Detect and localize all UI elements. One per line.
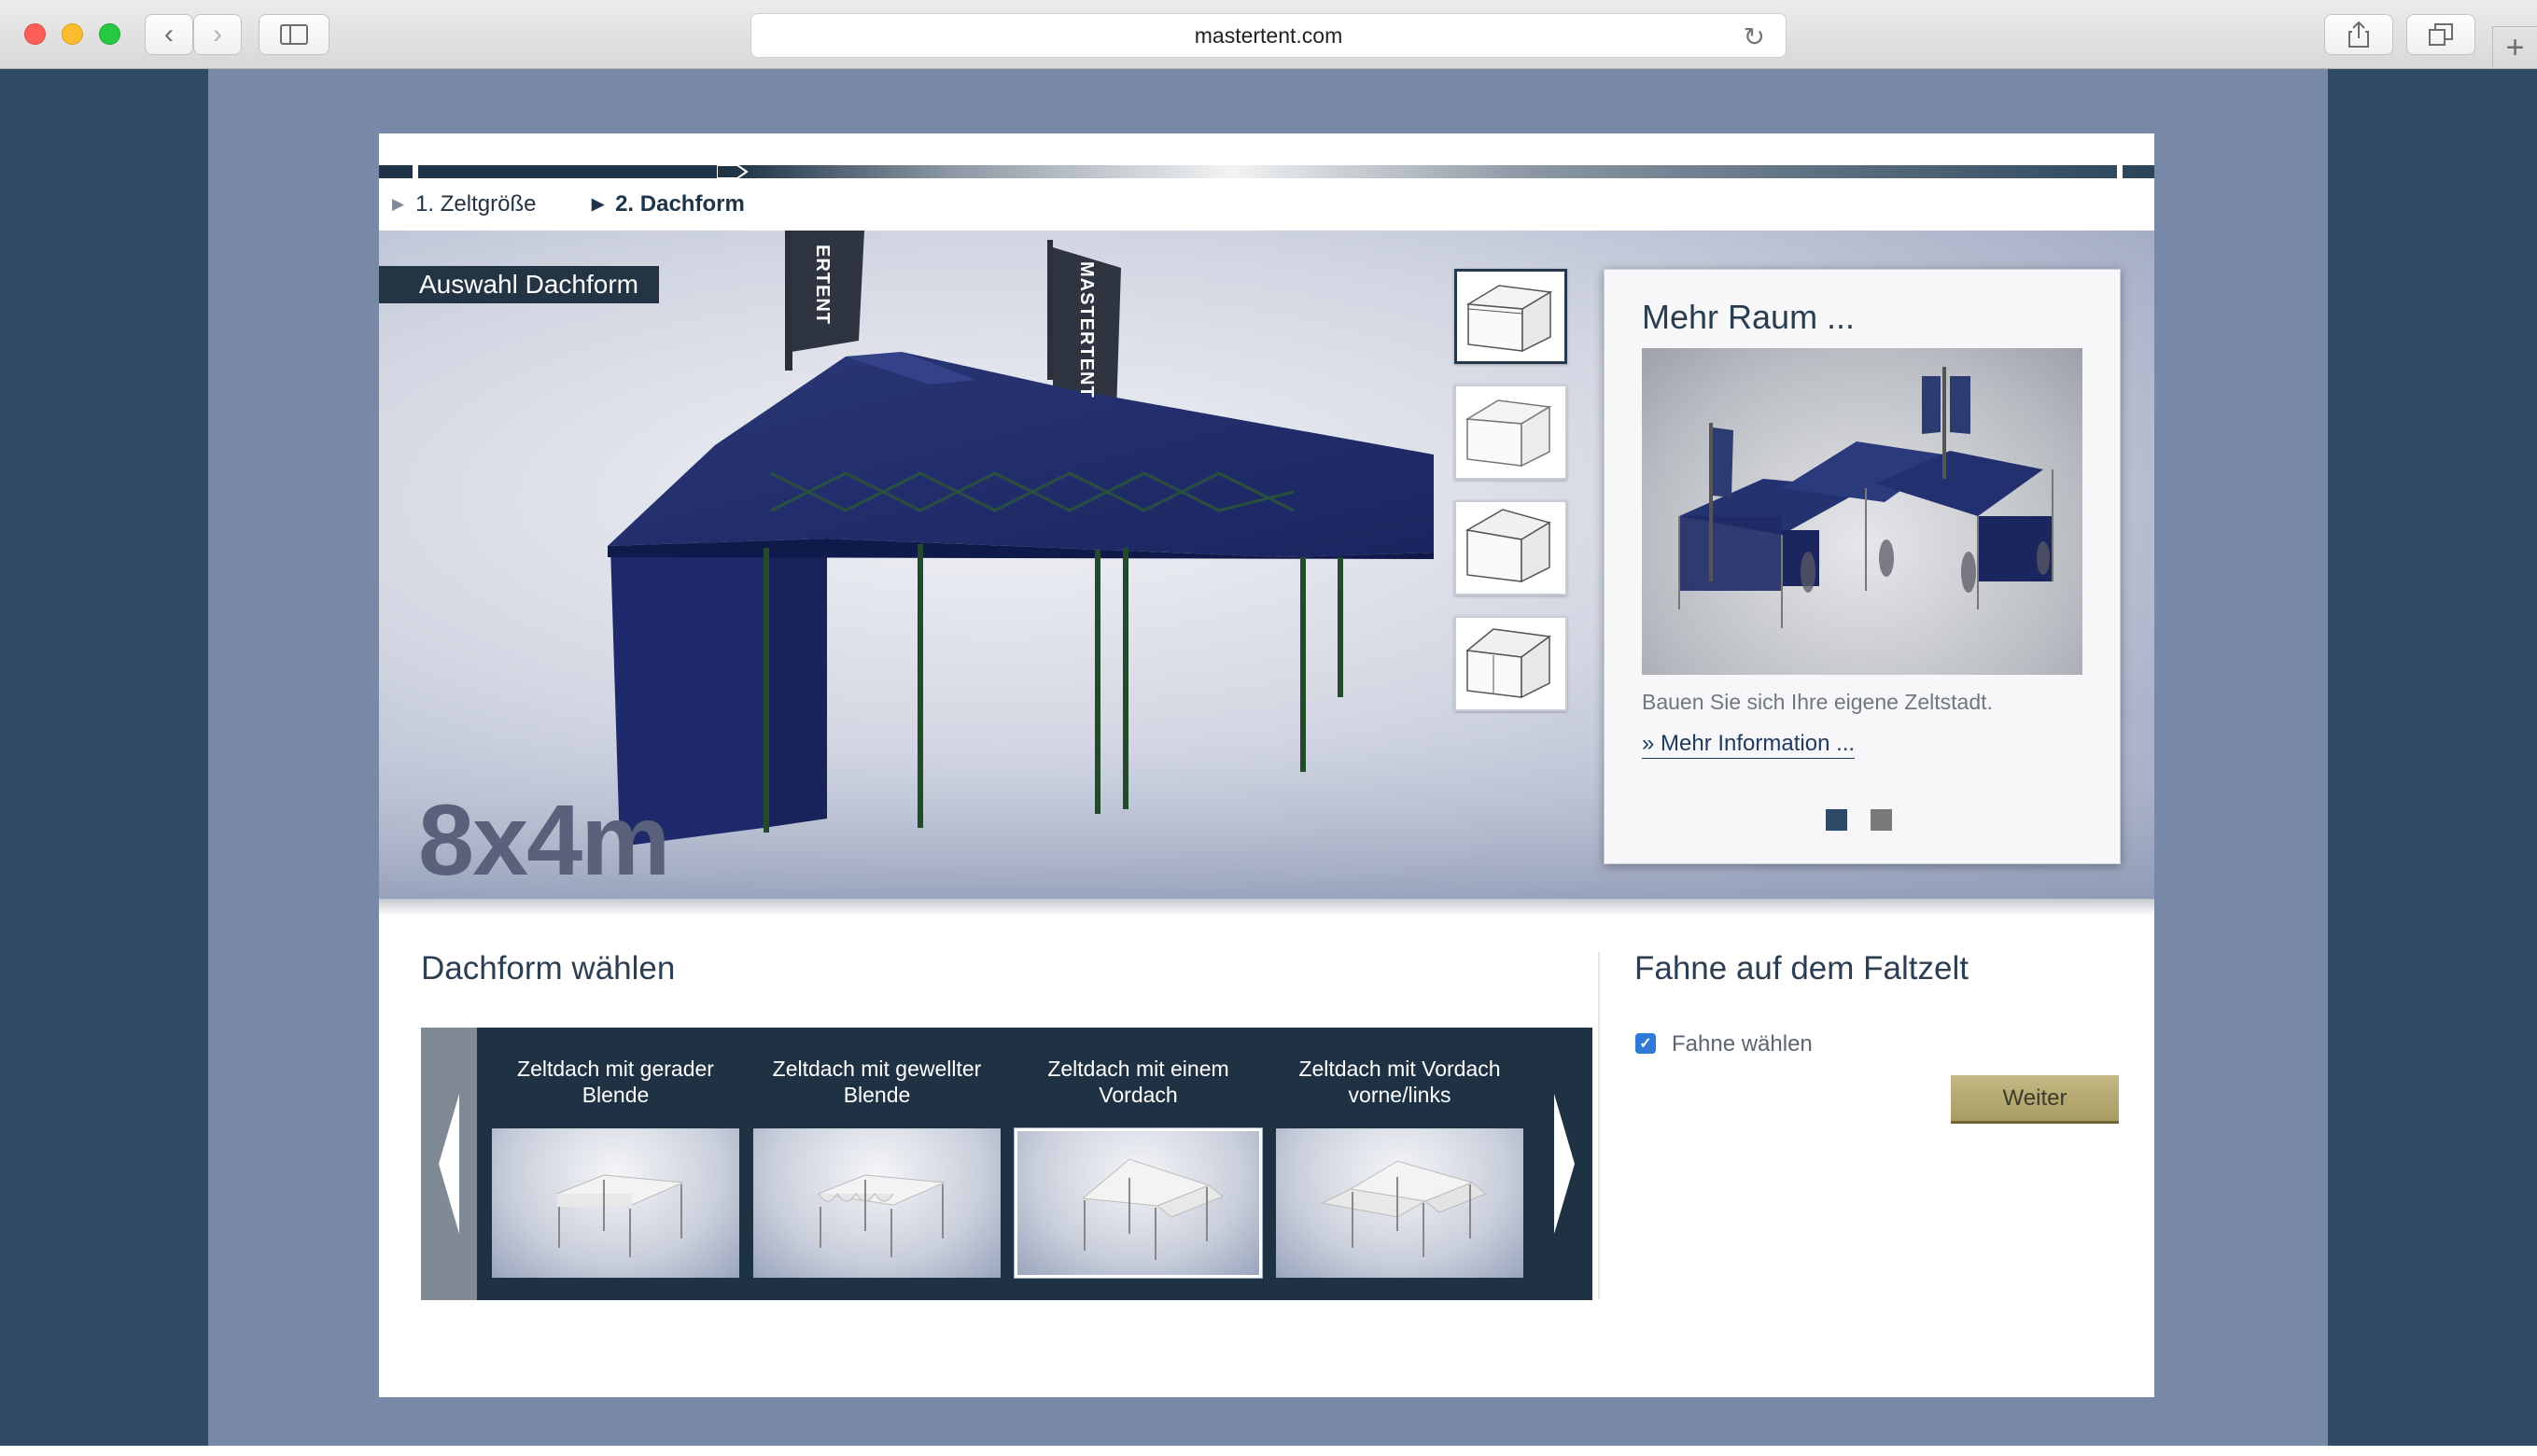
- roof-option-image: [1015, 1128, 1262, 1278]
- tabs-icon: [2429, 23, 2453, 46]
- flag-text: ERTENT: [812, 245, 833, 325]
- reload-icon[interactable]: ↻: [1744, 21, 1765, 52]
- arrow-right-icon: [1554, 1094, 1575, 1234]
- tent-canopy-front-left-image: [1321, 1160, 1487, 1257]
- chevron-left-icon: ‹: [164, 19, 174, 49]
- roof-option-label: Zeltdach mit Vordach vorne/links: [1298, 1057, 1501, 1107]
- triangle-right-icon: ▶: [392, 195, 405, 213]
- tent-city-image: [1642, 348, 2082, 675]
- roof-thumb-canopy[interactable]: [1454, 500, 1567, 595]
- triangle-right-icon: ▶: [592, 195, 605, 213]
- hero-tag: Auswahl Dachform: [379, 266, 659, 303]
- roof-option-canopy-front-left[interactable]: Zeltdach mit Vordach vorne/links: [1276, 1028, 1523, 1300]
- tent-size-label: 8x4m: [418, 783, 670, 896]
- forward-button[interactable]: ›: [193, 14, 242, 55]
- share-icon: [2348, 21, 2369, 48]
- roof-option-label: Zeltdach mit einem Vordach: [1047, 1057, 1229, 1107]
- info-title: Mehr Raum ...: [1642, 298, 1856, 336]
- zoom-window-button[interactable]: [99, 23, 120, 45]
- share-button[interactable]: [2324, 14, 2393, 55]
- tent-canopy-sides-icon: [1465, 628, 1551, 699]
- tent-canopy-icon: [1465, 509, 1551, 583]
- continue-button[interactable]: Weiter: [1951, 1075, 2119, 1124]
- roof-option-wavy[interactable]: Zeltdach mit gewellter Blende: [753, 1028, 1001, 1300]
- hero-shadow: [379, 899, 2154, 916]
- tent-canopy-image: [1081, 1158, 1224, 1260]
- arrow-left-icon: [439, 1094, 459, 1234]
- roof-option-label: Zeltdach mit gerader Blende: [517, 1057, 714, 1107]
- step-label: 1. Zeltgröße: [415, 191, 537, 217]
- step-label: 2. Dachform: [615, 191, 745, 217]
- chevron-right-icon: ›: [213, 19, 222, 49]
- roof-thumb-wavy[interactable]: [1454, 385, 1567, 480]
- url-text: mastertent.com: [1194, 22, 1343, 48]
- slide-indicator-2[interactable]: [1871, 809, 1892, 831]
- address-bar[interactable]: mastertent.com ↻: [750, 13, 1787, 58]
- roof-carousel: Zeltdach mit gerader Blende Zeltdach mit…: [421, 1028, 1592, 1300]
- more-info-link[interactable]: » Mehr Information ...: [1642, 731, 1856, 759]
- roof-thumb-flat[interactable]: [1454, 269, 1567, 364]
- minimize-window-button[interactable]: [62, 23, 83, 45]
- progress-bar: [379, 165, 2154, 178]
- section-title-flag: Fahne auf dem Faltzelt: [1634, 950, 1969, 987]
- tabs-overview-button[interactable]: [2406, 14, 2475, 55]
- tent-city-illustration: [1678, 367, 2053, 628]
- tent-flat-icon: [1465, 285, 1553, 353]
- step-dachform[interactable]: ▶ 2. Dachform: [592, 191, 745, 217]
- info-box: Mehr Raum ... Bauen Sie sich Ihre eigene…: [1604, 269, 2121, 864]
- carousel-prev-button[interactable]: [421, 1028, 477, 1300]
- column-divider: [1598, 952, 1600, 1299]
- roof-option-image: [1276, 1128, 1523, 1278]
- flag-text: MASTERTENT: [1076, 261, 1097, 399]
- sidebar-icon: [280, 24, 308, 45]
- tent-wavy-icon: [1465, 399, 1552, 468]
- carousel-next-button[interactable]: [1536, 1028, 1592, 1300]
- sidebar-toggle-button[interactable]: [259, 14, 329, 55]
- progress-gap: [413, 165, 418, 178]
- roof-thumb-canopy-sides[interactable]: [1454, 616, 1567, 711]
- progress-gap: [2117, 165, 2123, 178]
- close-window-button[interactable]: [24, 23, 46, 45]
- roof-option-straight[interactable]: Zeltdach mit gerader Blende: [492, 1028, 739, 1300]
- step-zeltgroesse[interactable]: ▶ 1. Zeltgröße: [392, 191, 536, 217]
- browser-toolbar: ‹ › mastertent.com ↻ +: [0, 0, 2537, 69]
- info-text: Bauen Sie sich Ihre eigene Zeltstadt.: [1642, 690, 1993, 714]
- step-navigation: ▶ 1. Zeltgröße ▶ 2. Dachform: [379, 178, 2154, 231]
- flag-checkbox-label[interactable]: Fahne wählen: [1672, 1031, 1813, 1057]
- checkmark-icon: ✓: [1639, 1036, 1652, 1052]
- tent-straight-image: [555, 1174, 684, 1257]
- roof-option-label: Zeltdach mit gewellter Blende: [772, 1057, 982, 1107]
- section-title-roof: Dachform wählen: [421, 950, 676, 987]
- plus-icon: +: [2505, 30, 2525, 65]
- roof-option-image: [492, 1128, 739, 1278]
- roof-option-canopy[interactable]: Zeltdach mit einem Vordach: [1015, 1028, 1262, 1300]
- flag-checkbox[interactable]: ✓: [1635, 1033, 1656, 1054]
- page-bottom-strip: [0, 1446, 2537, 1456]
- roof-option-image: [753, 1128, 1001, 1278]
- slide-indicator-1[interactable]: [1826, 809, 1847, 831]
- tent-wavy-image: [817, 1174, 946, 1257]
- back-button[interactable]: ‹: [145, 14, 193, 55]
- new-tab-button[interactable]: +: [2492, 26, 2537, 69]
